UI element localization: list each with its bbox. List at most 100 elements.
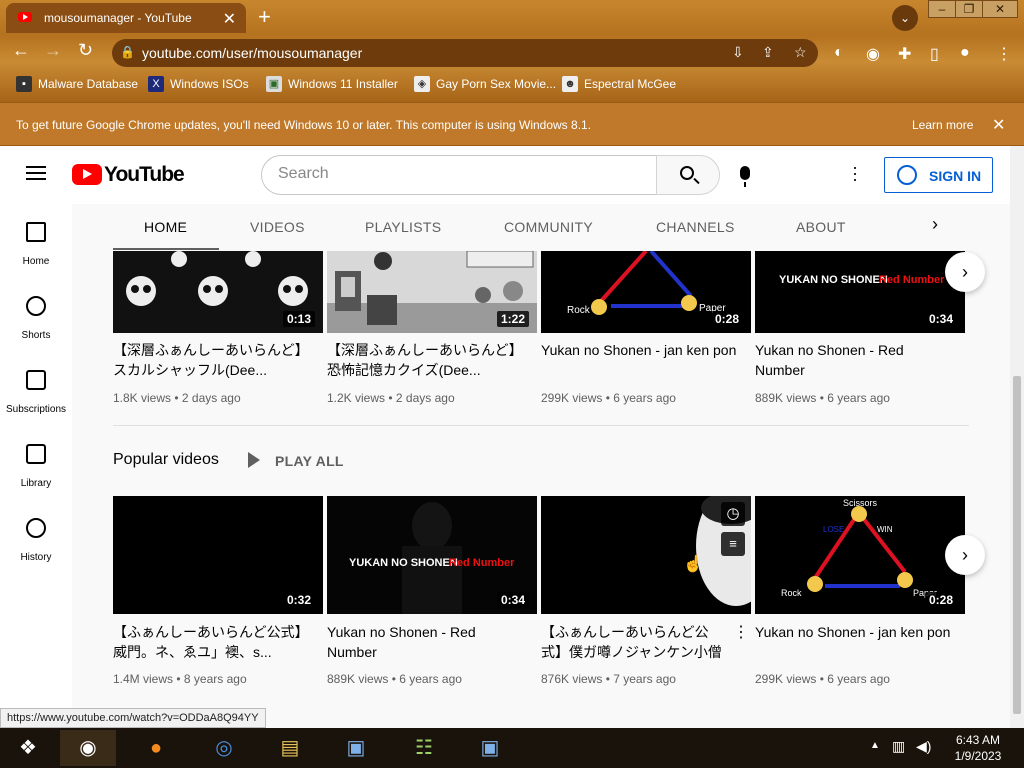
bookmark-gay-porn-sex-movie[interactable]: ◈ Gay Porn Sex Movie...	[414, 76, 556, 92]
shelf-next-button[interactable]: ›	[945, 252, 985, 292]
video-meta: 1.4M views • 8 years ago	[113, 672, 247, 686]
microphone-icon[interactable]	[740, 166, 750, 187]
more-options-icon[interactable]: · · ·	[852, 158, 858, 188]
scrollbar-thumb[interactable]	[1013, 376, 1021, 714]
sidebar-item-history[interactable]: History	[0, 500, 72, 574]
channel-content: 0:13 【深層ふぁんしーあいらんど】スカルシャッフル(Dee... 1.8K …	[72, 204, 1010, 728]
search-input[interactable]	[278, 165, 638, 183]
video-card[interactable]: ◷ ≡ ☝ 【ふぁんしーあいらんど公式】僕ガ噂ノジャンケン小僧 ⋮ 876K v…	[541, 496, 751, 696]
network-taskbar-icon[interactable]: ☷	[396, 730, 452, 766]
video-thumbnail[interactable]: ◷ ≡ ☝	[541, 496, 751, 614]
remote-desktop-2-taskbar-icon[interactable]: ▣	[462, 730, 518, 766]
video-title[interactable]: 【ふぁんしーあいらんど公式】威門。ネ、ゑユ」襖、s...	[113, 622, 313, 662]
install-app-icon[interactable]: ⇩	[732, 44, 744, 61]
new-tab-button[interactable]: +	[258, 4, 271, 30]
video-thumbnail[interactable]: 1:22	[327, 251, 537, 333]
video-card[interactable]: Rock Paper 0:28 Yukan no Shonen - jan ke…	[541, 251, 751, 411]
channel-tabs: HOME VIDEOS PLAYLISTS COMMUNITY CHANNELS…	[72, 204, 1010, 250]
address-bar[interactable]: 🔒 youtube.com/user/mousoumanager ⇩ ⇪ ☆	[112, 39, 818, 67]
network-icon[interactable]: ▥	[892, 738, 905, 755]
add-to-queue-icon[interactable]: ≡	[721, 532, 745, 556]
remote-desktop-taskbar-icon[interactable]: ▣	[328, 730, 384, 766]
video-thumbnail[interactable]: 0:13	[113, 251, 323, 333]
extensions-puzzle-icon[interactable]: ✚	[898, 44, 911, 64]
tabs-scroll-right-icon[interactable]: ›	[932, 214, 938, 235]
search-box[interactable]	[261, 155, 657, 195]
video-title[interactable]: 【深層ふぁんしーあいらんど】恐怖記憶カクイズ(Dee...	[327, 340, 527, 380]
profile-avatar-icon[interactable]: ●	[960, 44, 970, 62]
taskbar-clock[interactable]: 6:43 AM 1/9/2023	[948, 732, 1008, 764]
image-icon: ▣	[266, 76, 282, 92]
sidebar-item-subscriptions[interactable]: Subscriptions	[0, 352, 72, 426]
sidebar-item-shorts[interactable]: Shorts	[0, 278, 72, 352]
volume-icon[interactable]: ◀)	[916, 738, 931, 755]
learn-more-link[interactable]: Learn more	[912, 118, 973, 132]
minimize-button[interactable]: –	[928, 0, 956, 18]
video-card[interactable]: Scissors Rock Paper WIN LOSE 0:28 Yukan …	[755, 496, 965, 696]
youtube-logo-text[interactable]: YouTube	[104, 163, 185, 187]
window-close-button[interactable]: ✕	[982, 0, 1018, 18]
back-arrow-icon[interactable]: ←	[12, 40, 30, 61]
file-explorer-taskbar-icon[interactable]: ▤	[262, 730, 318, 766]
reload-icon[interactable]: ↻	[78, 40, 93, 61]
search-button[interactable]	[656, 155, 720, 195]
youtube-header: YouTube ··· SIGN IN	[0, 146, 1010, 204]
chrome-menu-icon[interactable]: ⋮	[996, 44, 1012, 64]
video-card[interactable]: YUKAN NO SHONEN Red Number 0:34 Yukan no…	[755, 251, 965, 411]
tab-close-icon[interactable]: ✕	[223, 9, 236, 29]
popular-videos-title[interactable]: Popular videos	[113, 451, 219, 469]
video-title[interactable]: 【ふぁんしーあいらんど公式】僕ガ噂ノジャンケン小僧	[541, 622, 727, 662]
extension-avatar-icon[interactable]: ◉	[866, 44, 880, 64]
side-panel-icon[interactable]: ▯	[930, 44, 939, 64]
forward-arrow-icon[interactable]: →	[44, 40, 62, 61]
browser-tab[interactable]: mousoumanager - YouTube ✕	[6, 3, 246, 33]
video-card[interactable]: 0:13 【深層ふぁんしーあいらんど】スカルシャッフル(Dee... 1.8K …	[113, 251, 323, 411]
video-title[interactable]: Yukan no Shonen - jan ken pon	[541, 340, 741, 360]
show-hidden-icons-icon[interactable]: ▲	[870, 740, 880, 751]
tab-playlists[interactable]: PLAYLISTS	[365, 219, 441, 235]
video-thumbnail[interactable]: YUKAN NO SHONEN Red Number 0:34	[327, 496, 537, 614]
bookmark-windows-isos[interactable]: X Windows ISOs	[148, 76, 249, 92]
sidebar-item-home[interactable]: Home	[0, 204, 72, 278]
opera-taskbar-icon[interactable]: ◎	[196, 730, 252, 766]
video-thumbnail[interactable]: Rock Paper 0:28	[541, 251, 751, 333]
tab-videos[interactable]: VIDEOS	[250, 219, 305, 235]
tab-home[interactable]: HOME	[144, 219, 187, 235]
clock-time: 6:43 AM	[955, 733, 1001, 747]
watch-later-icon[interactable]: ◷	[721, 502, 745, 526]
video-thumbnail[interactable]: Scissors Rock Paper WIN LOSE 0:28	[755, 496, 965, 614]
video-meta: 1.2K views • 2 days ago	[327, 391, 455, 405]
extension-flag-icon[interactable]: ◐	[834, 44, 844, 62]
video-title[interactable]: Yukan no Shonen - jan ken pon	[755, 622, 955, 642]
hamburger-menu-icon[interactable]	[26, 166, 46, 180]
bookmark-espectral-mcgee[interactable]: ☻ Espectral McGee	[562, 76, 676, 92]
sign-in-button[interactable]: SIGN IN	[884, 157, 993, 193]
video-card[interactable]: 1:22 【深層ふぁんしーあいらんど】恐怖記憶カクイズ(Dee... 1.2K …	[327, 251, 537, 411]
bookmark-windows-11-installer[interactable]: ▣ Windows 11 Installer	[266, 76, 398, 92]
chrome-taskbar-icon[interactable]: ◉	[60, 730, 116, 766]
bookmark-star-icon[interactable]: ☆	[794, 44, 807, 61]
infobar-close-icon[interactable]: ✕	[992, 115, 1005, 135]
tab-about[interactable]: ABOUT	[796, 219, 846, 235]
video-title[interactable]: Yukan no Shonen - Red Number	[755, 340, 955, 380]
video-title[interactable]: 【深層ふぁんしーあいらんど】スカルシャッフル(Dee...	[113, 340, 313, 380]
tab-community[interactable]: COMMUNITY	[504, 219, 593, 235]
start-button-icon[interactable]: ❖	[0, 730, 56, 766]
shelf-next-button[interactable]: ›	[945, 535, 985, 575]
video-title[interactable]: Yukan no Shonen - Red Number	[327, 622, 527, 662]
video-card[interactable]: YUKAN NO SHONEN Red Number 0:34 Yukan no…	[327, 496, 537, 696]
bookmark-malware-database[interactable]: ▪ Malware Database	[16, 76, 138, 92]
video-menu-icon[interactable]: ⋮	[733, 622, 749, 642]
video-card[interactable]: 0:32 【ふぁんしーあいらんど公式】威門。ネ、ゑユ」襖、s... 1.4M v…	[113, 496, 323, 696]
maximize-button[interactable]: ❐	[955, 0, 983, 18]
tab-title: mousoumanager - YouTube	[44, 11, 192, 25]
share-icon[interactable]: ⇪	[762, 44, 774, 61]
page-scrollbar[interactable]	[1010, 146, 1024, 728]
firefox-taskbar-icon[interactable]: ●	[128, 730, 184, 766]
video-thumbnail[interactable]: YUKAN NO SHONEN Red Number 0:34	[755, 251, 965, 333]
tab-channels[interactable]: CHANNELS	[656, 219, 735, 235]
youtube-logo-icon[interactable]	[72, 164, 102, 185]
sidebar-item-library[interactable]: Library	[0, 426, 72, 500]
video-thumbnail[interactable]: 0:32	[113, 496, 323, 614]
tab-search-button[interactable]: ⌄	[892, 5, 918, 31]
